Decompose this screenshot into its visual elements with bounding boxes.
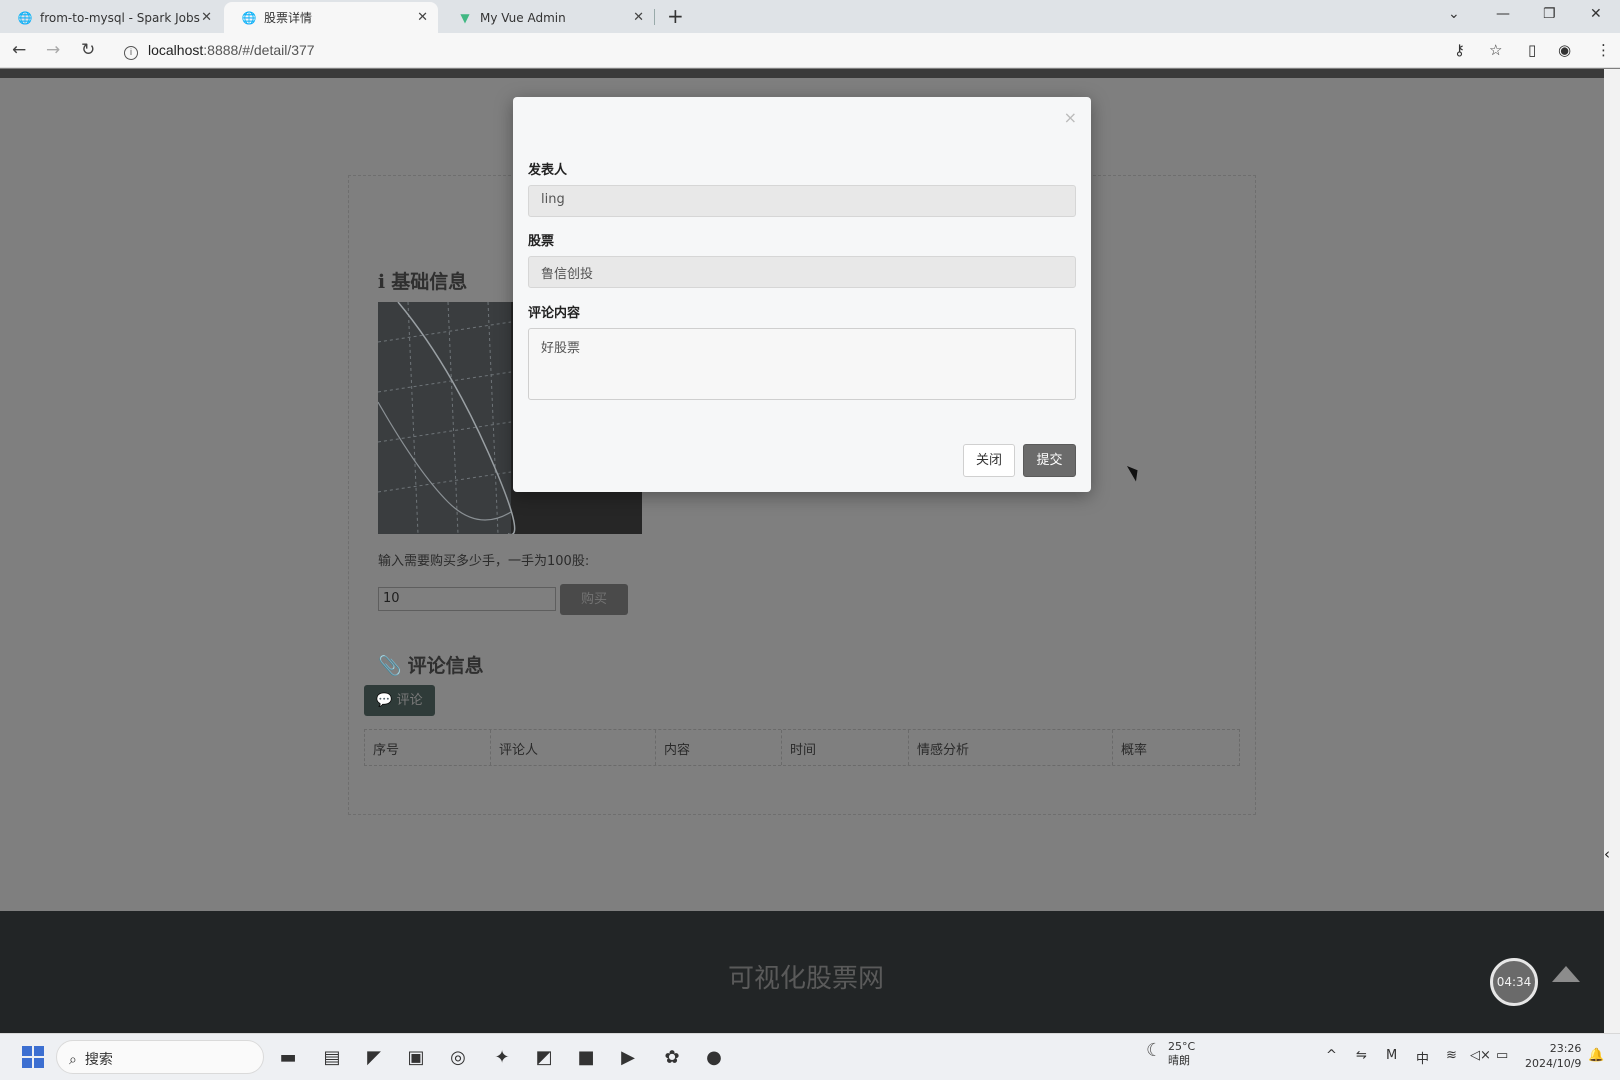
system-clock[interactable]: 23:26 2024/10/9 — [1525, 1041, 1581, 1071]
chat-icon: 💬 — [376, 693, 393, 708]
column-header: 评论人 — [491, 730, 656, 765]
cloud-app-icon[interactable]: ◎ — [444, 1043, 472, 1071]
address-bar: ← → ↻ i localhost:8888/#/detail/377 ⚷ ☆ ▯… — [0, 33, 1620, 68]
taskbar-search[interactable]: ⌕ 搜索 — [56, 1040, 264, 1074]
tab-spark-jobs[interactable]: 🌐 from-to-mysql - Spark Jobs ✕ — [0, 2, 222, 33]
chrome-icon[interactable]: ● — [700, 1043, 728, 1071]
content-label: 评论内容 — [528, 306, 581, 321]
tab-search-icon[interactable]: ⌄ — [1448, 6, 1460, 22]
ide-app-icon[interactable]: ■ — [572, 1043, 600, 1071]
page-scrollbar[interactable] — [1604, 69, 1620, 1033]
comments-table-header: 序号 评论人 内容 时间 情感分析 概率 — [364, 729, 1240, 766]
comment-button[interactable]: 💬 评论 — [364, 685, 435, 716]
basic-info-title: ℹ 基础信息 — [378, 267, 467, 294]
search-icon: ⌕ — [69, 1052, 77, 1068]
modal-close-icon[interactable]: × — [1064, 108, 1077, 127]
close-tab-icon[interactable]: ✕ — [633, 10, 644, 25]
windows-start-icon[interactable] — [22, 1046, 44, 1068]
back-icon[interactable]: ← — [12, 40, 26, 60]
settings-tray-icon[interactable]: ⇋ — [1356, 1048, 1367, 1063]
bookmark-star-icon[interactable]: ☆ — [1489, 41, 1502, 59]
restore-icon[interactable]: ❐ — [1543, 6, 1556, 22]
timer-badge[interactable]: 04:34 — [1490, 958, 1538, 1006]
tab-stock-detail[interactable]: 🌐 股票详情 ✕ — [224, 2, 438, 33]
column-header: 概率 — [1121, 743, 1148, 758]
basic-info-title-text: 基础信息 — [391, 271, 468, 293]
globe-icon: 🌐 — [241, 10, 257, 25]
header-strip — [0, 69, 1604, 78]
column-header: 内容 — [656, 730, 782, 765]
comment-modal: × 发表人 ling 股票 鲁信创投 评论内容 好股票 关闭 提交 — [513, 97, 1091, 492]
comments-title-text: 评论信息 — [407, 655, 484, 677]
tab-separator — [654, 9, 655, 25]
close-tab-icon[interactable]: ✕ — [417, 10, 428, 25]
ime-indicator[interactable]: 中 — [1416, 1048, 1429, 1067]
battery-icon[interactable]: ▭ — [1496, 1048, 1508, 1063]
chevron-left-icon[interactable]: ‹ — [1604, 845, 1610, 863]
wifi-icon[interactable]: ≋ — [1446, 1048, 1457, 1063]
sidebar-icon[interactable]: ▯ — [1528, 41, 1536, 59]
submit-button[interactable]: 提交 — [1023, 444, 1076, 477]
url-path: :8888/#/detail/377 — [203, 42, 315, 58]
column-header: 时间 — [782, 730, 909, 765]
folder-icon[interactable]: ▤ — [318, 1043, 346, 1071]
clock-time: 23:26 — [1549, 1042, 1582, 1055]
profile-icon[interactable]: ◉ — [1558, 41, 1571, 59]
info-icon: ℹ — [378, 271, 386, 293]
pin-app-icon[interactable]: ◤ — [360, 1043, 388, 1071]
url-host: localhost — [148, 42, 204, 58]
forward-icon[interactable]: → — [46, 40, 60, 60]
notification-bell-icon[interactable]: 🔔 — [1588, 1048, 1604, 1063]
footer-title: 可视化股票网 — [728, 964, 885, 994]
tab-title: My Vue Admin — [480, 10, 566, 25]
weather-widget[interactable]: ☾ 25°C 晴朗 — [1146, 1040, 1196, 1068]
stock-label: 股票 — [528, 234, 555, 249]
chevron-up-icon[interactable]: ^ — [1326, 1048, 1337, 1063]
menu-icon[interactable]: ⋮ — [1596, 41, 1611, 59]
chart-app-icon[interactable]: ◩ — [530, 1043, 558, 1071]
image-viewer-icon[interactable]: ▣ — [402, 1043, 430, 1071]
buy-button[interactable]: 购买 — [560, 584, 628, 615]
close-tab-icon[interactable]: ✕ — [201, 10, 212, 25]
browser-tab-bar: 🌐 from-to-mysql - Spark Jobs ✕ 🌐 股票详情 ✕ … — [0, 0, 1620, 33]
file-explorer-icon[interactable]: ▬ — [274, 1043, 302, 1071]
weather-icon: ☾ — [1146, 1040, 1163, 1061]
openai-app-icon[interactable]: ✿ — [658, 1043, 686, 1071]
column-header: 情感分析 — [909, 730, 1113, 765]
buy-label: 输入需要购买多少手，一手为100股: — [378, 554, 590, 569]
taskbar: ⌕ 搜索 ▬ ▤ ◤ ▣ ◎ ✦ ◩ ■ ▶ ✿ ● ☾ 25°C 晴朗 ^ ⇋ … — [0, 1033, 1620, 1080]
comment-button-label: 评论 — [396, 693, 423, 708]
clock-date: 2024/10/9 — [1525, 1057, 1582, 1070]
close-button[interactable]: 关闭 — [963, 444, 1015, 477]
comments-title: 📎 评论信息 — [378, 651, 484, 678]
back-to-top-icon[interactable] — [1552, 966, 1580, 982]
tab-vue-admin[interactable]: ▼ My Vue Admin ✕ — [440, 2, 654, 33]
terminal-icon[interactable]: ▶ — [614, 1043, 642, 1071]
weather-text: 晴朗 — [1168, 1054, 1190, 1067]
stock-field[interactable]: 鲁信创投 — [528, 256, 1076, 288]
site-info-icon[interactable]: i — [124, 46, 138, 60]
column-header: 序号 — [365, 730, 491, 765]
minimize-icon[interactable]: — — [1496, 6, 1510, 22]
globe-icon: 🌐 — [17, 10, 33, 25]
author-field[interactable]: ling — [528, 185, 1076, 217]
author-label: 发表人 — [528, 163, 568, 178]
vue-icon: ▼ — [460, 10, 470, 25]
app-tray-icon[interactable]: M — [1386, 1048, 1397, 1063]
bird-app-icon[interactable]: ✦ — [488, 1043, 516, 1071]
volume-muted-icon[interactable]: ◁× — [1470, 1048, 1491, 1063]
weather-temp: 25°C — [1168, 1040, 1196, 1053]
buy-quantity-input[interactable]: 10 — [378, 587, 556, 611]
window-close-icon[interactable]: ✕ — [1590, 6, 1602, 22]
reload-icon[interactable]: ↻ — [81, 40, 95, 60]
tab-title: 股票详情 — [264, 11, 313, 25]
paperclip-icon: 📎 — [378, 655, 402, 677]
url-field[interactable]: i localhost:8888/#/detail/377 — [124, 42, 315, 60]
comment-content-textarea[interactable]: 好股票 — [528, 328, 1076, 400]
key-icon[interactable]: ⚷ — [1454, 41, 1465, 59]
tab-title: from-to-mysql - Spark Jobs — [40, 10, 200, 25]
search-placeholder: 搜索 — [84, 1052, 113, 1068]
new-tab-icon[interactable]: + — [667, 4, 684, 28]
